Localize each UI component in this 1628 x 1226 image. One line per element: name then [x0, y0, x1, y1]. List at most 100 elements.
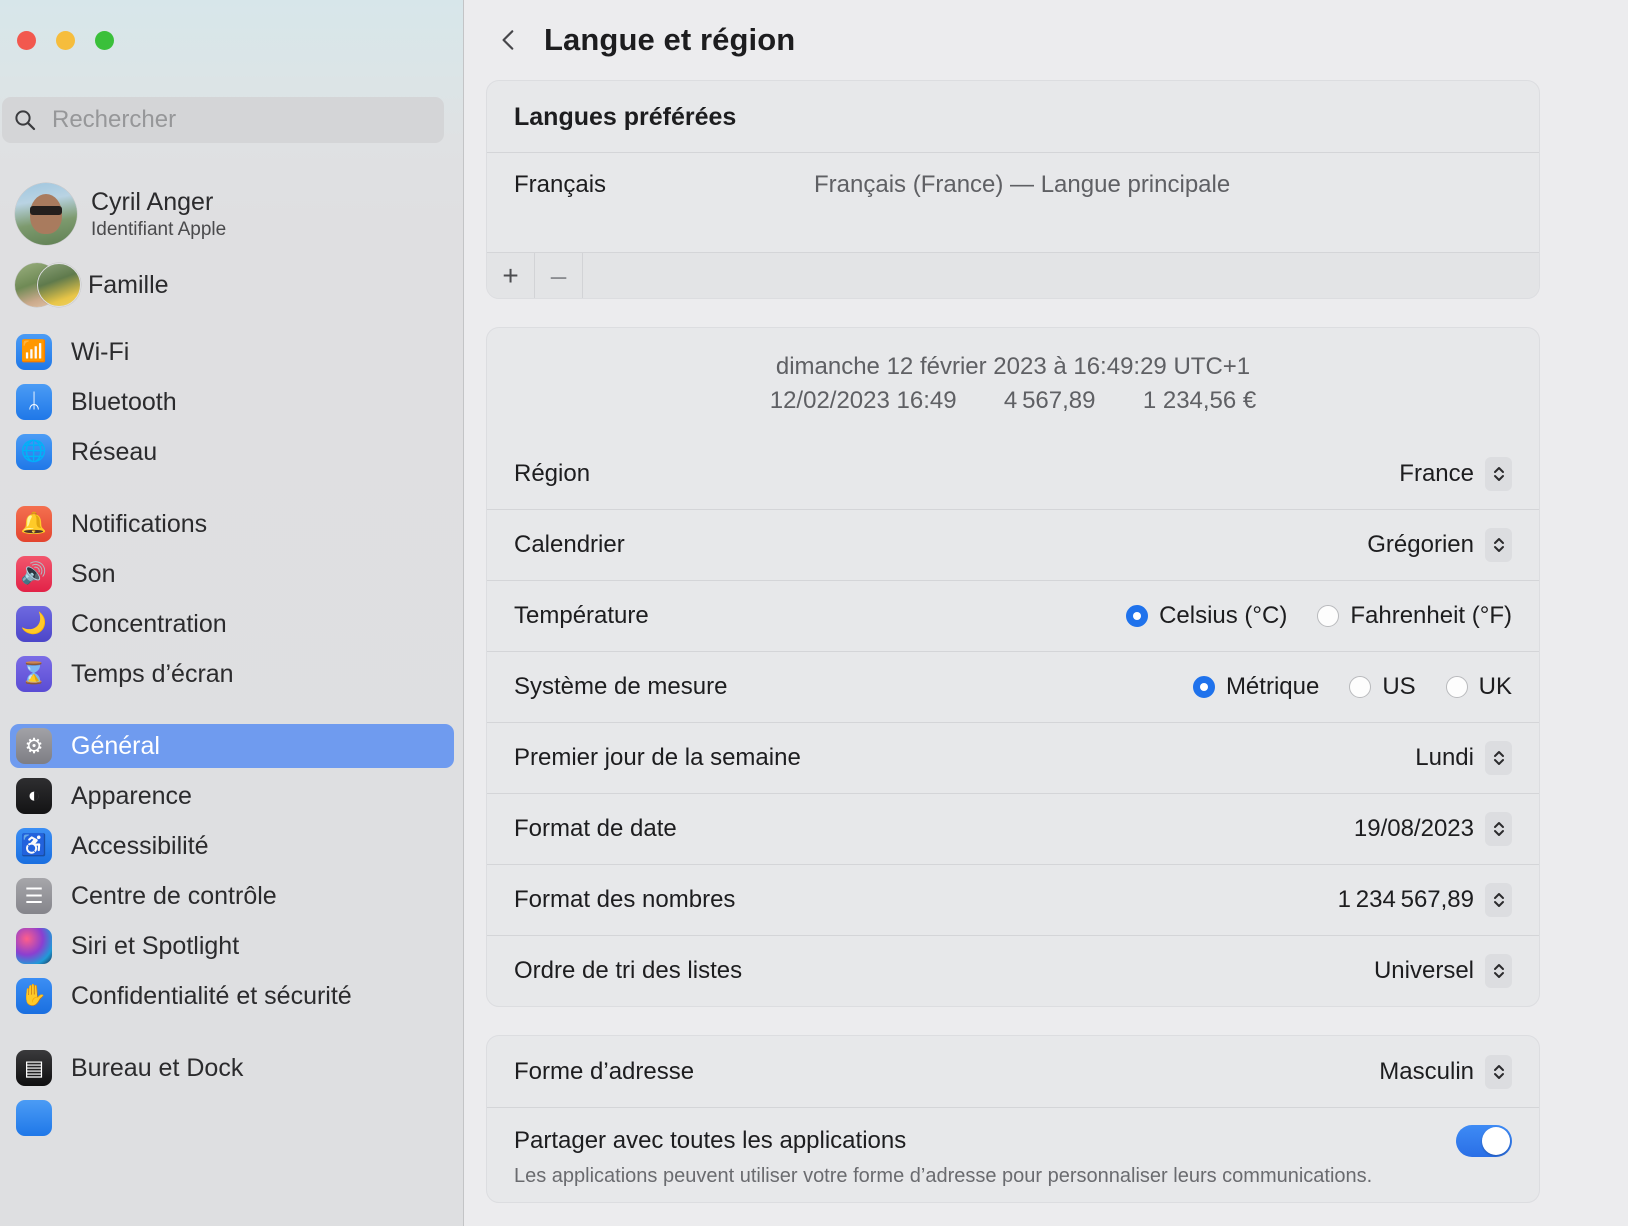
chevron-updown-icon[interactable] — [1485, 883, 1512, 918]
sidebar-family-row[interactable]: Famille — [0, 260, 463, 310]
sidebar-item-apparence[interactable]: ◐ Apparence — [10, 774, 454, 818]
family-label: Famille — [88, 270, 169, 299]
row-value: Grégorien — [1367, 531, 1474, 559]
radio-label: US — [1382, 673, 1416, 701]
hand-icon: ✋ — [16, 978, 52, 1014]
chevron-updown-icon[interactable] — [1485, 954, 1512, 989]
sidebar-item-label: Bureau et Dock — [71, 1053, 244, 1082]
row-calendrier[interactable]: Calendrier Grégorien — [487, 509, 1539, 580]
radio-fahrenheit-f[interactable]: Fahrenheit (°F) — [1317, 602, 1512, 630]
sidebar-item-notifications[interactable]: 🔔 Notifications — [10, 502, 454, 546]
language-list-toolbar: + – — [487, 252, 1539, 298]
row-region[interactable]: Région France — [487, 438, 1539, 509]
row-ordre-de-tri-des-listes[interactable]: Ordre de tri des listes Universel — [487, 935, 1539, 1006]
sidebar-group-1: 🔔 Notifications 🔊 Son 🌙 Concentration ⌛ Temps d… — [0, 502, 463, 696]
dock-icon: ▤ — [16, 1050, 52, 1086]
chevron-left-icon[interactable] — [492, 23, 526, 57]
sidebar-item-display-icon[interactable] — [10, 1096, 454, 1140]
chevron-updown-icon[interactable] — [1485, 812, 1512, 847]
sidebar-group-0: 📶 Wi-Fi ᛦ Bluetooth 🌐 Réseau — [0, 330, 463, 474]
toolbar-spacer — [583, 253, 1539, 298]
search-input[interactable] — [52, 106, 422, 134]
radio-dot[interactable] — [1349, 676, 1372, 699]
row-label: Système de mesure — [514, 673, 728, 701]
settings-rows: Région France Calendrier Grégorien Températu… — [487, 438, 1539, 1006]
preview-number: 4 567,89 — [1003, 387, 1096, 415]
list-item[interactable]: Français Français (France) — Langue prin… — [487, 153, 1539, 199]
account-name: Cyril Anger — [91, 188, 214, 217]
row-control: 19/08/2023 — [1354, 812, 1512, 847]
sidebar-item-bureau-et-dock[interactable]: ▤ Bureau et Dock — [10, 1046, 454, 1090]
chevron-updown-icon[interactable] — [1485, 456, 1512, 491]
chevron-updown-icon[interactable] — [1485, 741, 1512, 776]
row-premier-jour-de-la-semaine[interactable]: Premier jour de la semaine Lundi — [487, 722, 1539, 793]
gear-icon: ⚙ — [16, 728, 52, 764]
row-control: 1 234 567,89 — [1337, 883, 1512, 918]
row-value: 1 234 567,89 — [1337, 886, 1474, 914]
chevron-updown-icon[interactable] — [1485, 528, 1512, 563]
close-button[interactable] — [17, 31, 36, 50]
radio-celsius-c[interactable]: Celsius (°C) — [1126, 602, 1287, 630]
sidebar-item-son[interactable]: 🔊 Son — [10, 552, 454, 596]
sidebar-item-label: Réseau — [71, 437, 158, 466]
sidebar-group-3: ▤ Bureau et Dock — [0, 1046, 463, 1140]
sidebar-item-centre-de-contr-le[interactable]: ☰ Centre de contrôle — [10, 874, 454, 918]
row-systeme-de-mesure: Système de mesure Métrique US UK — [487, 651, 1539, 722]
sidebar: Cyril Anger Identifiant Apple Famille 📶 W… — [0, 0, 464, 1226]
sidebar-item-wi-fi[interactable]: 📶 Wi-Fi — [10, 330, 454, 374]
add-language-button[interactable]: + — [487, 253, 535, 298]
remove-language-button[interactable]: – — [535, 253, 583, 298]
sidebar-item-label: Temps d’écran — [71, 659, 234, 688]
radio-group: Celsius (°C) Fahrenheit (°F) — [1126, 602, 1512, 630]
row-format-des-nombres[interactable]: Format des nombres 1 234 567,89 — [487, 864, 1539, 935]
sidebar-nav: 📶 Wi-Fi ᛦ Bluetooth 🌐 Réseau 🔔 Notifications 🔊 So… — [0, 330, 463, 1168]
radio-label: Métrique — [1225, 673, 1320, 701]
sidebar-item-concentration[interactable]: 🌙 Concentration — [10, 602, 454, 646]
row-value: Lundi — [1415, 744, 1474, 772]
preview-line-1: dimanche 12 février 2023 à 16:49:29 UTC+… — [775, 353, 1251, 380]
radio-group: Métrique US UK — [1192, 673, 1512, 701]
row-value: Universel — [1373, 957, 1474, 985]
accessibility-icon: ♿ — [16, 828, 52, 864]
account-subtitle: Identifiant Apple — [91, 218, 227, 240]
share-description: Les applications peuvent utiliser votre … — [514, 1165, 1373, 1188]
sidebar-item-siri-et-spotlight[interactable]: Siri et Spotlight — [10, 924, 454, 968]
row-label: Forme d’adresse — [514, 1057, 695, 1085]
sidebar-item-g-n-ral[interactable]: ⚙ Général — [10, 724, 454, 768]
chevron-updown-icon[interactable] — [1485, 1054, 1512, 1089]
radio-dot[interactable] — [1192, 676, 1215, 699]
row-label: Ordre de tri des listes — [514, 957, 743, 985]
row-forme-adresse[interactable]: Forme d’adresse Masculin — [487, 1036, 1539, 1107]
appearance-icon: ◐ — [16, 778, 52, 814]
radio-label: Fahrenheit (°F) — [1350, 602, 1512, 630]
radio-uk[interactable]: UK — [1445, 673, 1512, 701]
sidebar-item-label: Bluetooth — [71, 387, 177, 416]
card-title: Langues préférées — [514, 103, 737, 131]
sidebar-item-bluetooth[interactable]: ᛦ Bluetooth — [10, 380, 454, 424]
minimize-button[interactable] — [56, 31, 75, 50]
share-toggle[interactable] — [1456, 1125, 1512, 1158]
row-format-de-date[interactable]: Format de date 19/08/2023 — [487, 793, 1539, 864]
sidebar-item-label: Son — [71, 559, 116, 588]
hourglass-icon: ⌛ — [16, 656, 52, 692]
search-field[interactable] — [2, 97, 444, 143]
sidebar-item-accessibilit[interactable]: ♿ Accessibilité — [10, 824, 454, 868]
zoom-button[interactable] — [95, 31, 114, 50]
radio-dot[interactable] — [1317, 605, 1340, 628]
sidebar-account-row[interactable]: Cyril Anger Identifiant Apple — [0, 180, 463, 248]
radio-dot[interactable] — [1445, 676, 1468, 699]
sidebar-item-confidentialit-et-s-curit[interactable]: ✋ Confidentialité et sécurité — [10, 974, 454, 1018]
radio-dot[interactable] — [1126, 605, 1149, 628]
siri-icon — [16, 928, 52, 964]
sidebar-item-r-seau[interactable]: 🌐 Réseau — [10, 430, 454, 474]
row-label: Calendrier — [514, 531, 625, 559]
radio-metrique[interactable]: Métrique — [1192, 673, 1320, 701]
row-label: Région — [514, 459, 591, 487]
preferred-languages-card: Langues préférées Français Français (Fra… — [486, 80, 1540, 299]
sidebar-item-label: Notifications — [71, 509, 208, 538]
language-description: Français (France) — Langue principale — [814, 171, 1231, 198]
radio-us[interactable]: US — [1349, 673, 1416, 701]
row-control: Lundi — [1415, 741, 1512, 776]
bluetooth-icon: ᛦ — [16, 384, 52, 420]
sidebar-item-temps-d-cran[interactable]: ⌛ Temps d’écran — [10, 652, 454, 696]
